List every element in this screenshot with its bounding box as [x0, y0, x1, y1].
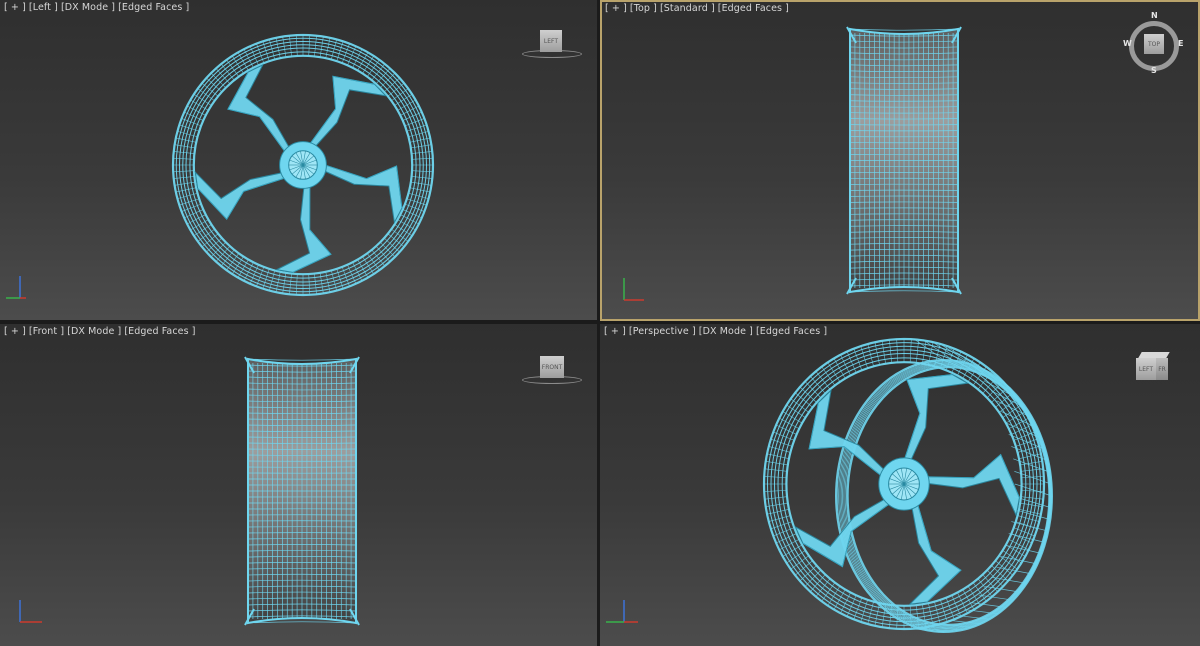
compass-west: W [1123, 39, 1132, 48]
wheel-wireframe-barrel[interactable] [602, 2, 1198, 319]
shading-mode-label[interactable]: [DX Mode ] [67, 326, 121, 337]
viewport-top[interactable]: [ + ] [Top ] [Standard ] [Edged Faces ] TOP… [600, 0, 1200, 321]
spoke [908, 495, 962, 605]
viewport-label: [ + ] [Front ] [DX Mode ] [Edged Faces ] [4, 326, 199, 337]
viewport-left[interactable]: [ + ] [Left ] [DX Mode ] [Edged Faces ] LEF… [0, 0, 597, 320]
compass-north: N [1151, 11, 1158, 20]
spoke [317, 162, 403, 224]
wheel-wireframe-barrel[interactable] [0, 324, 597, 646]
viewcube[interactable]: LEFT FR [1130, 352, 1174, 386]
edged-faces-label[interactable]: [Edged Faces ] [118, 2, 189, 13]
view-type-label[interactable]: [Front ] [29, 326, 64, 337]
axis-tripod-icon [606, 600, 638, 623]
viewcube-compass[interactable]: TOP N S E W [1123, 11, 1184, 78]
view-type-label[interactable]: [Left ] [29, 2, 58, 13]
shading-mode-label[interactable]: [DX Mode ] [61, 2, 115, 13]
viewcube[interactable]: FRONT [522, 354, 582, 386]
compass-east: E [1178, 39, 1184, 48]
wheel-wireframe-side[interactable] [0, 0, 597, 320]
view-type-label[interactable]: [Perspective ] [629, 326, 696, 337]
spoke [304, 75, 388, 153]
viewport-label: [ + ] [Perspective ] [DX Mode ] [Edged Face… [604, 326, 830, 337]
viewport-label: [ + ] [Top ] [Standard ] [Edged Faces ] [605, 3, 792, 14]
viewport-perspective[interactable]: [ + ] [Perspective ] [DX Mode ] [Edged Face… [600, 324, 1200, 646]
viewport-label: [ + ] [Left ] [DX Mode ] [Edged Faces ] [4, 2, 192, 13]
compass-south: S [1151, 66, 1157, 75]
viewcube-face-label: TOP [1144, 34, 1164, 54]
viewcube[interactable]: LEFT [522, 28, 582, 60]
edged-faces-label[interactable]: [Edged Faces ] [124, 326, 195, 337]
view-type-label[interactable]: [Top ] [630, 3, 657, 14]
spoke [901, 373, 969, 468]
viewport-menu-plus[interactable]: [ + ] [4, 326, 26, 337]
shading-mode-label[interactable]: [DX Mode ] [699, 326, 753, 337]
axis-tripod-icon [19, 600, 42, 623]
viewcube-left-face: LEFT [1136, 358, 1156, 380]
viewport-menu-plus[interactable]: [ + ] [4, 2, 26, 13]
viewcube-face-label: LEFT [540, 30, 562, 52]
axis-tripod-icon [623, 278, 644, 301]
viewcube-front-face: FR [1156, 358, 1168, 380]
edged-faces-label[interactable]: [Edged Faces ] [756, 326, 827, 337]
viewcube-face-label: FRONT [540, 356, 564, 378]
wheel-wireframe-perspective[interactable] [600, 324, 1200, 646]
viewport-grid: [ + ] [Left ] [DX Mode ] [Edged Faces ] LEF… [0, 0, 1200, 646]
viewport-menu-plus[interactable]: [ + ] [605, 3, 627, 14]
viewport-menu-plus[interactable]: [ + ] [604, 326, 626, 337]
spoke [194, 170, 293, 221]
shading-mode-label[interactable]: [Standard ] [660, 3, 715, 14]
viewport-front[interactable]: [ + ] [Front ] [DX Mode ] [Edged Faces ] FR… [0, 324, 597, 646]
edged-faces-label[interactable]: [Edged Faces ] [718, 3, 789, 14]
axis-tripod-icon [6, 276, 26, 299]
